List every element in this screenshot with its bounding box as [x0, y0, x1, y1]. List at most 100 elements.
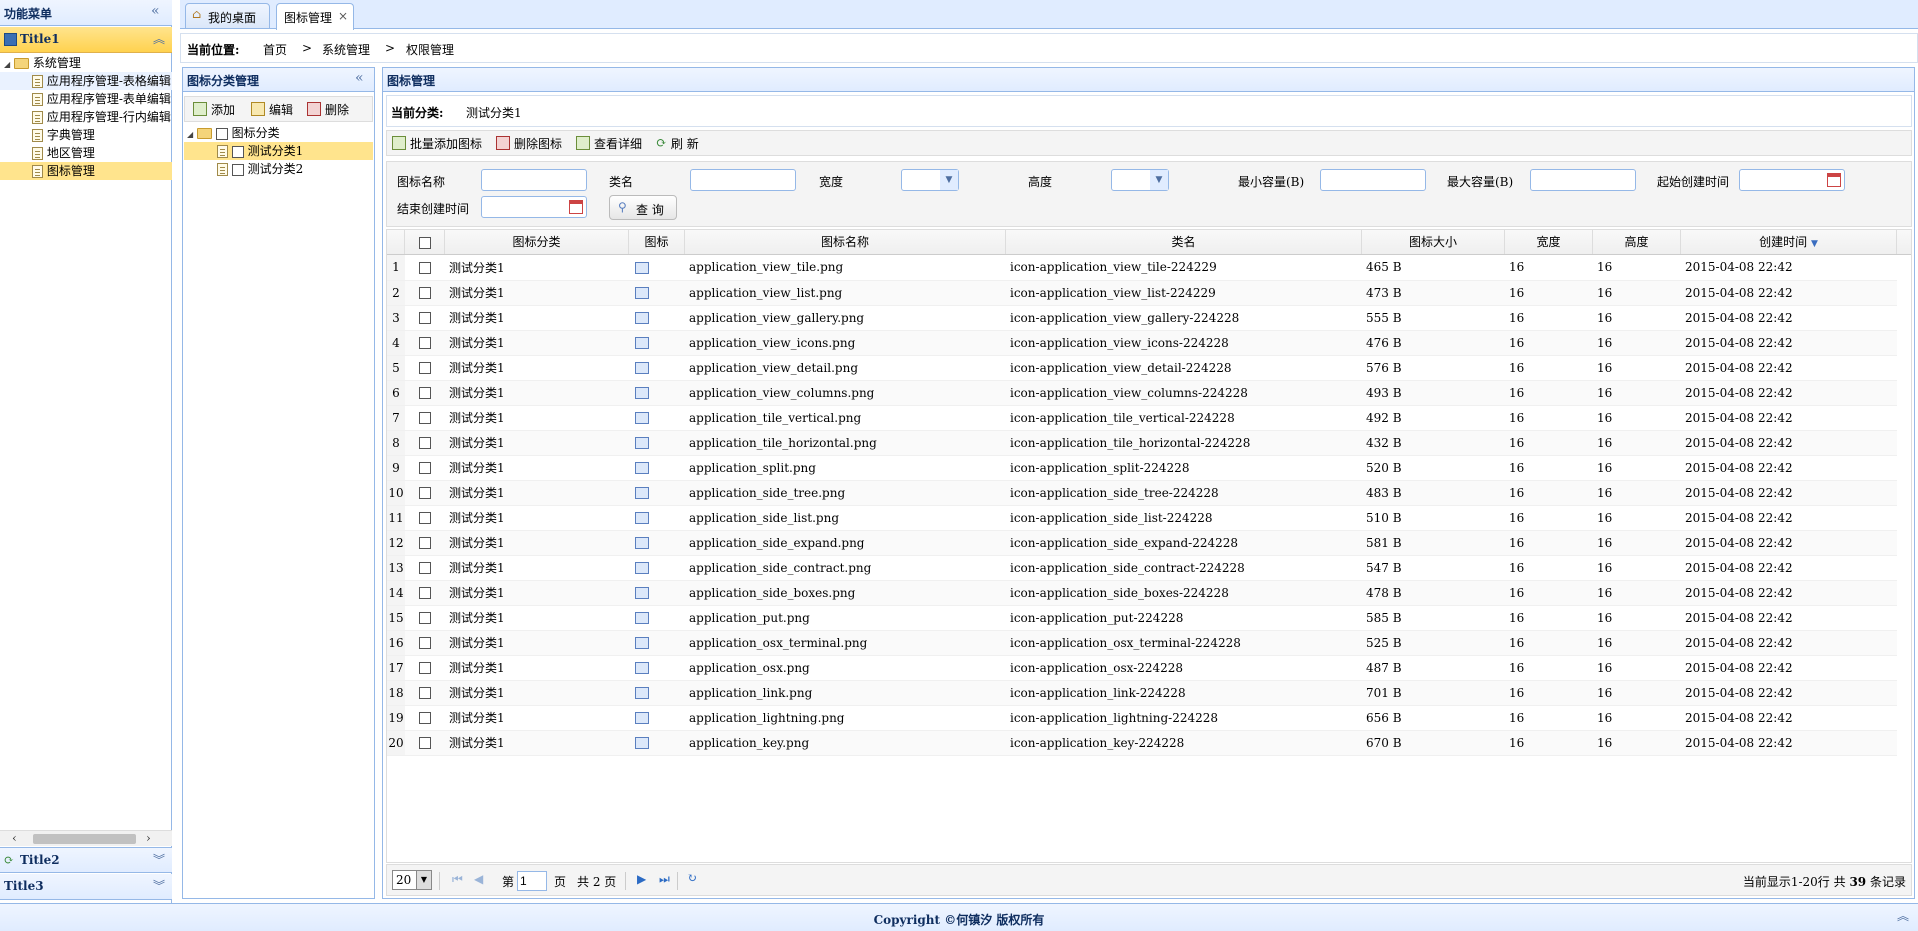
table-row[interactable]: 5 测试分类1 application_view_detail.png icon-ap… — [387, 355, 1897, 381]
menu-item[interactable]: 应用程序管理-行内编辑 — [0, 108, 172, 126]
row-checkbox[interactable] — [405, 705, 445, 731]
menu-item[interactable]: 地区管理 — [0, 144, 172, 162]
row-checkbox[interactable] — [405, 655, 445, 681]
table-row[interactable]: 6 测试分类1 application_view_columns.png icon-a… — [387, 380, 1897, 406]
table-row[interactable]: 8 测试分类1 application_tile_horizontal.png ico… — [387, 430, 1897, 456]
page-size-select[interactable]: 20 ▼ — [392, 870, 432, 890]
table-row[interactable]: 4 测试分类1 application_view_icons.png icon-app… — [387, 330, 1897, 356]
table-row[interactable]: 18 测试分类1 application_link.png icon-applicat… — [387, 680, 1897, 706]
row-checkbox[interactable] — [405, 555, 445, 581]
delete-icon-button[interactable]: 删除图标 — [492, 132, 566, 154]
icon-name-input[interactable] — [481, 169, 587, 191]
menu-item[interactable]: 应用程序管理-表单编辑 — [0, 90, 172, 108]
table-row[interactable]: 14 测试分类1 application_side_boxes.png icon-ap… — [387, 580, 1897, 606]
accordion-title1[interactable]: Title1 ︽ — [0, 27, 172, 53]
table-row[interactable]: 17 测试分类1 application_osx.png icon-applicati… — [387, 655, 1897, 681]
col-created[interactable]: 创建时间 ▼ — [1681, 230, 1897, 254]
menu-folder[interactable]: ◢ 系统管理 — [0, 54, 172, 72]
col-class-name[interactable]: 类名 — [1006, 230, 1362, 254]
delete-category-button[interactable]: 删除 — [303, 98, 353, 120]
row-checkbox[interactable] — [405, 455, 445, 481]
table-row[interactable]: 20 测试分类1 application_key.png icon-applicati… — [387, 730, 1897, 756]
col-height[interactable]: 高度 — [1593, 230, 1681, 254]
first-page-icon[interactable]: ⏮ — [452, 872, 463, 887]
row-checkbox[interactable] — [405, 680, 445, 706]
class-name-input[interactable] — [690, 169, 796, 191]
batch-add-button[interactable]: 批量添加图标 — [388, 132, 486, 154]
height-select[interactable]: ▼ — [1111, 169, 1169, 191]
table-row[interactable]: 19 测试分类1 application_lightning.png icon-app… — [387, 705, 1897, 731]
col-icon-name[interactable]: 图标名称 — [685, 230, 1006, 254]
breadcrumb-system[interactable]: 系统管理 — [322, 41, 370, 58]
row-checkbox[interactable] — [405, 330, 445, 356]
table-row[interactable]: 10 测试分类1 application_side_tree.png icon-app… — [387, 480, 1897, 506]
row-checkbox[interactable] — [405, 355, 445, 381]
min-size-input[interactable] — [1320, 169, 1426, 191]
calendar-icon[interactable] — [569, 200, 583, 214]
query-button[interactable]: ⚲ 查 询 — [609, 195, 677, 220]
row-checkbox[interactable] — [405, 605, 445, 631]
row-checkbox[interactable] — [405, 305, 445, 331]
table-row[interactable]: 13 测试分类1 application_side_contract.png icon… — [387, 555, 1897, 581]
tab-my-desktop[interactable]: ⌂ 我的桌面 — [185, 3, 270, 29]
tab-icon-manage[interactable]: 图标管理 × — [276, 3, 354, 30]
accordion-title3[interactable]: Title3 ︾ — [0, 874, 172, 900]
table-row[interactable]: 16 测试分类1 application_osx_terminal.png icon-… — [387, 630, 1897, 656]
accordion-title2[interactable]: ⟳ Title2 ︾ — [0, 847, 172, 873]
view-detail-button[interactable]: 查看详细 — [572, 132, 646, 154]
table-row[interactable]: 15 测试分类1 application_put.png icon-applicati… — [387, 605, 1897, 631]
max-size-input[interactable] — [1530, 169, 1636, 191]
expand-icon[interactable]: ◢ — [187, 130, 193, 139]
expand-icon[interactable]: ◢ — [4, 60, 10, 69]
close-icon[interactable]: × — [338, 9, 348, 23]
select-all-checkbox[interactable] — [405, 230, 445, 254]
col-size[interactable]: 图标大小 — [1362, 230, 1505, 254]
col-icon[interactable]: 图标 — [629, 230, 685, 254]
collapse-left-icon[interactable]: « — [151, 3, 160, 19]
table-row[interactable]: 9 测试分类1 application_split.png icon-applicat… — [387, 455, 1897, 481]
prev-page-icon[interactable]: ◀ — [474, 872, 483, 886]
menu-item[interactable]: 图标管理 — [0, 162, 172, 180]
row-checkbox[interactable] — [405, 730, 445, 756]
table-row[interactable]: 12 测试分类1 application_side_expand.png icon-a… — [387, 530, 1897, 556]
row-checkbox[interactable] — [405, 480, 445, 506]
scroll-left-icon[interactable]: ‹ — [12, 831, 17, 845]
checkbox[interactable] — [231, 163, 244, 176]
scroll-thumb[interactable] — [33, 834, 136, 844]
row-checkbox[interactable] — [405, 580, 445, 606]
scroll-right-icon[interactable]: › — [146, 831, 151, 845]
row-checkbox[interactable] — [405, 530, 445, 556]
reload-icon[interactable]: ↻ — [687, 871, 697, 885]
row-checkbox[interactable] — [405, 380, 445, 406]
refresh-button[interactable]: ⟳ 刷 新 — [652, 132, 703, 154]
table-row[interactable]: 3 测试分类1 application_view_gallery.png icon-a… — [387, 305, 1897, 331]
chevron-up-icon[interactable]: ︽ — [1897, 907, 1909, 924]
category-tree-item[interactable]: 测试分类1 — [184, 142, 373, 160]
checkbox[interactable] — [215, 127, 228, 140]
breadcrumb-home[interactable]: 首页 — [263, 41, 287, 58]
category-tree-root[interactable]: ◢ 图标分类 — [187, 124, 280, 142]
end-date-input[interactable] — [481, 196, 587, 218]
table-row[interactable]: 11 测试分类1 application_side_list.png icon-app… — [387, 505, 1897, 531]
col-category[interactable]: 图标分类 — [445, 230, 629, 254]
menu-item[interactable]: 字典管理 — [0, 126, 172, 144]
table-row[interactable]: 7 测试分类1 application_tile_vertical.png icon-… — [387, 405, 1897, 431]
row-checkbox[interactable] — [405, 505, 445, 531]
collapse-icon[interactable]: « — [355, 70, 364, 86]
page-number-input[interactable] — [517, 871, 547, 891]
next-page-icon[interactable]: ▶ — [637, 872, 646, 886]
row-checkbox[interactable] — [405, 255, 445, 281]
start-date-input[interactable] — [1739, 169, 1845, 191]
checkbox[interactable] — [231, 145, 244, 158]
breadcrumb-permission[interactable]: 权限管理 — [406, 41, 454, 58]
edit-category-button[interactable]: 编辑 — [247, 98, 297, 120]
table-row[interactable]: 2 测试分类1 application_view_list.png icon-appl… — [387, 280, 1897, 306]
row-checkbox[interactable] — [405, 280, 445, 306]
row-checkbox[interactable] — [405, 630, 445, 656]
row-checkbox[interactable] — [405, 405, 445, 431]
table-row[interactable]: 1 测试分类1 application_view_tile.png icon-appl… — [387, 255, 1897, 281]
menu-item[interactable]: 应用程序管理-表格编辑 — [0, 72, 172, 90]
menu-hscrollbar[interactable]: ‹ › — [0, 830, 172, 846]
col-width[interactable]: 宽度 — [1505, 230, 1593, 254]
row-checkbox[interactable] — [405, 430, 445, 456]
